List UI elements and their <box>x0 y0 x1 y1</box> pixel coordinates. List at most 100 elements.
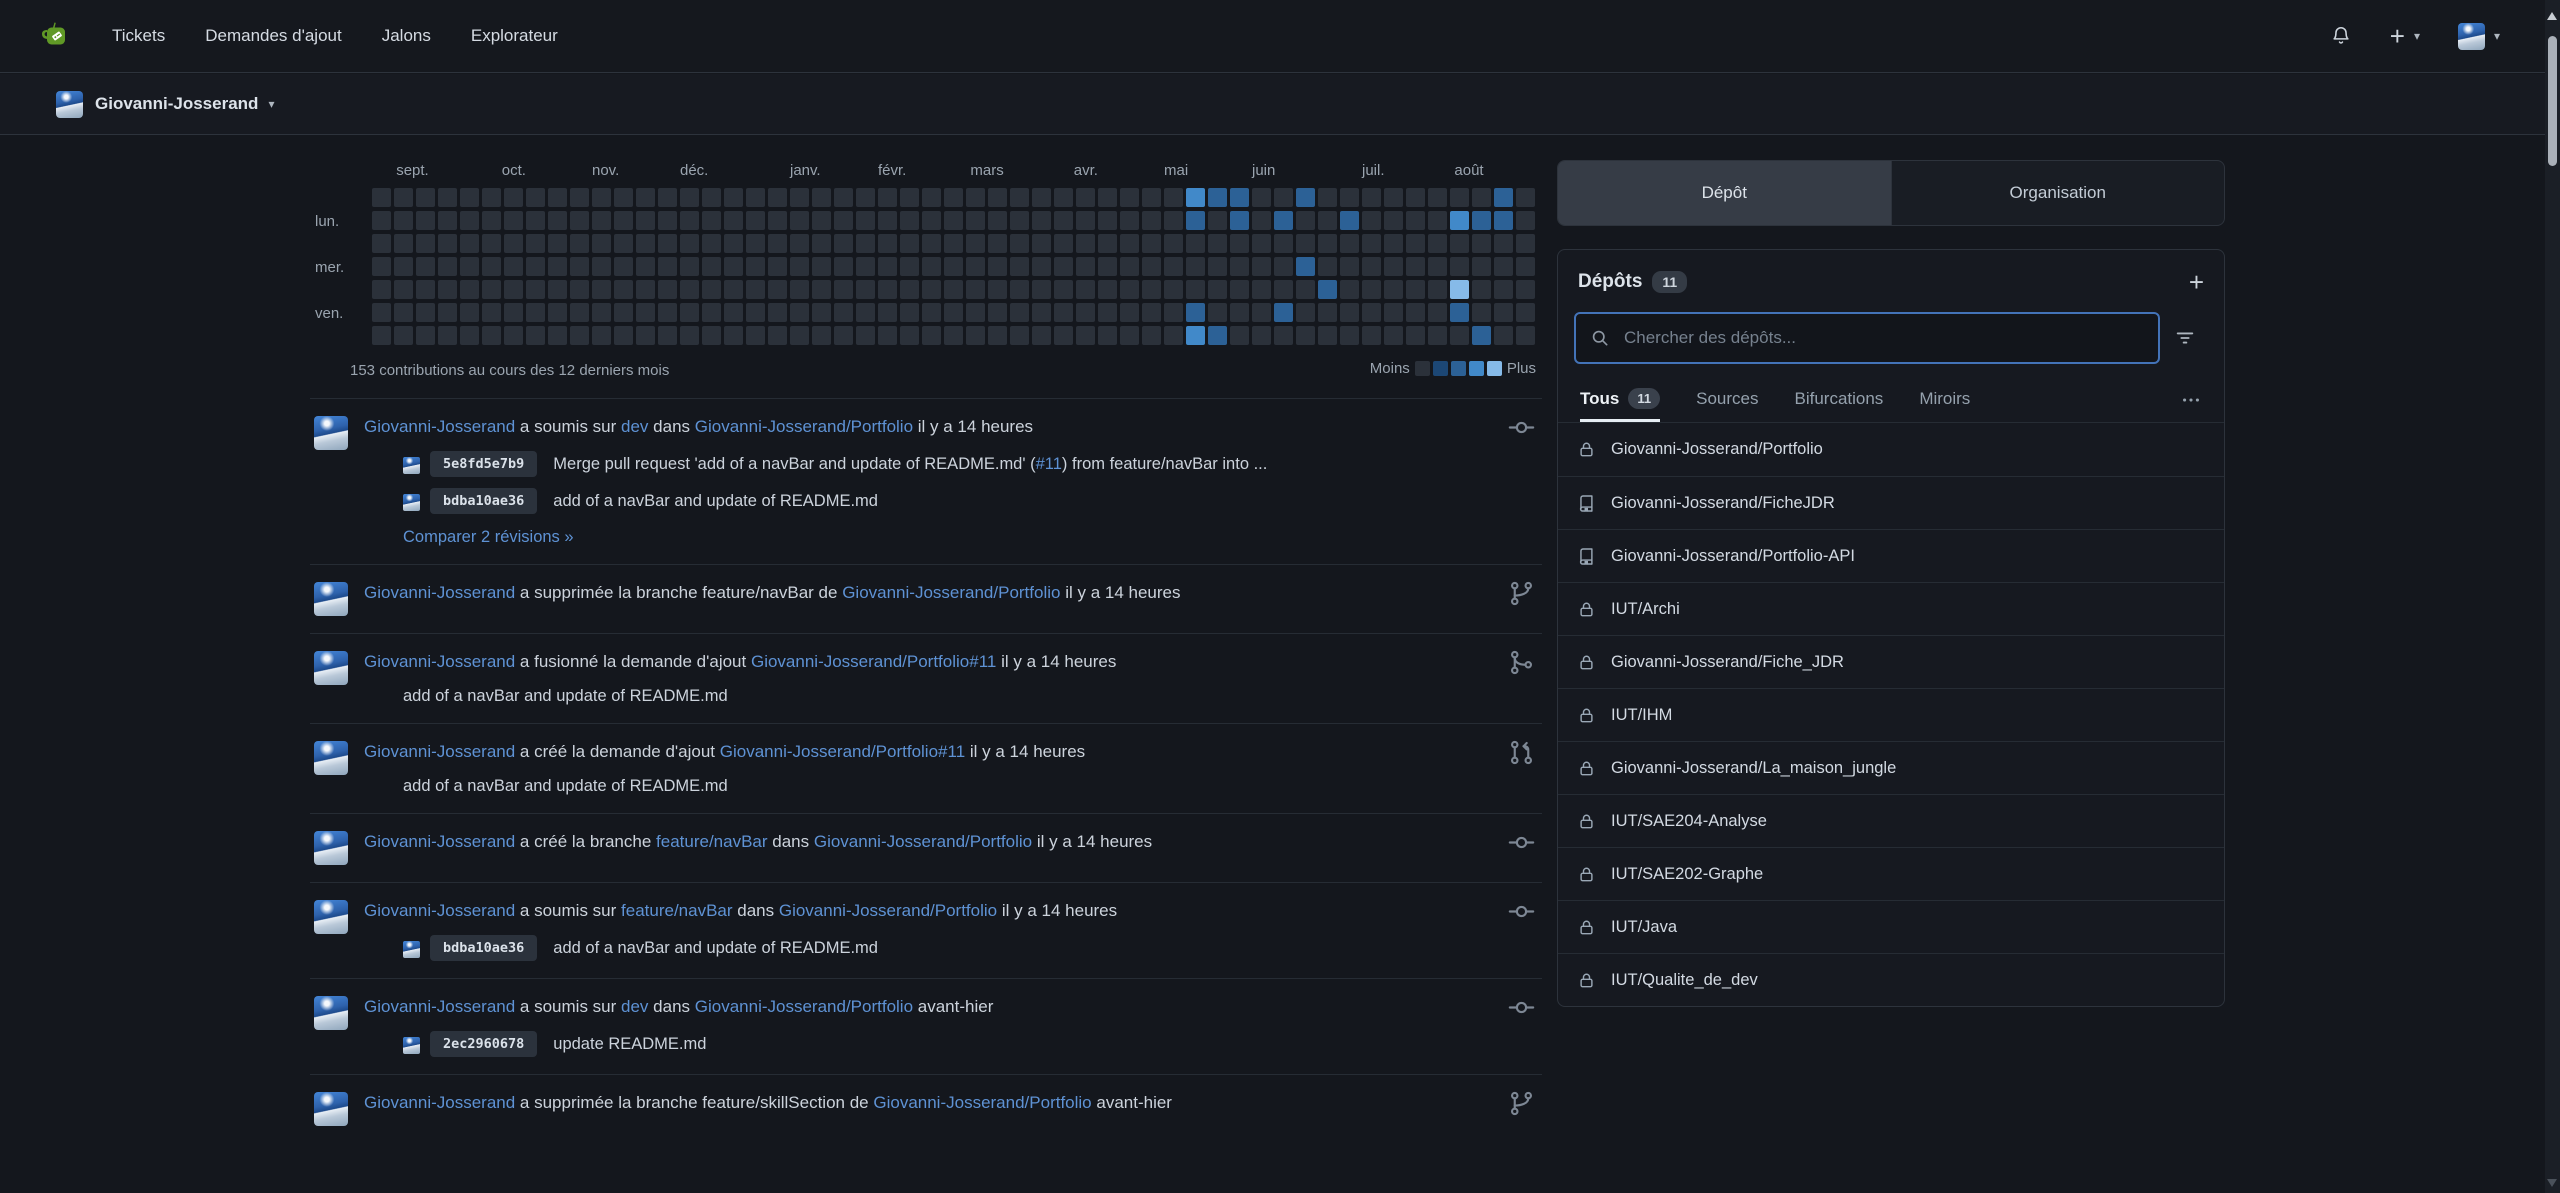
heatmap-cell[interactable] <box>394 234 413 253</box>
heatmap-cell[interactable] <box>1054 326 1073 345</box>
heatmap-cell[interactable] <box>1296 303 1315 322</box>
heatmap-cell[interactable] <box>1274 280 1293 299</box>
heatmap-cell[interactable] <box>504 303 523 322</box>
heatmap-cell[interactable] <box>1098 257 1117 276</box>
heatmap-cell[interactable] <box>1472 211 1491 230</box>
heatmap-cell[interactable] <box>790 280 809 299</box>
nav-item-1[interactable]: Demandes d'ajout <box>205 26 342 46</box>
heatmap-cell[interactable] <box>790 257 809 276</box>
heatmap-cell[interactable] <box>1516 257 1535 276</box>
feed-link[interactable]: Giovanni-Josserand/Portfolio#11 <box>751 652 996 671</box>
heatmap-cell[interactable] <box>702 303 721 322</box>
heatmap-cell[interactable] <box>1252 280 1271 299</box>
heatmap-cell[interactable] <box>1010 326 1029 345</box>
heatmap-cell[interactable] <box>1186 303 1205 322</box>
heatmap-cell[interactable] <box>922 234 941 253</box>
heatmap-cell[interactable] <box>1384 257 1403 276</box>
filter-tab-miroirs[interactable]: Miroirs <box>1919 378 1970 422</box>
heatmap-cell[interactable] <box>614 303 633 322</box>
heatmap-cell[interactable] <box>1274 211 1293 230</box>
heatmap-cell[interactable] <box>812 326 831 345</box>
heatmap-cell[interactable] <box>1142 303 1161 322</box>
heatmap-cell[interactable] <box>746 257 765 276</box>
feed-link[interactable]: feature/navBar <box>621 901 733 920</box>
heatmap-cell[interactable] <box>1384 188 1403 207</box>
heatmap-cell[interactable] <box>1516 234 1535 253</box>
heatmap-cell[interactable] <box>702 234 721 253</box>
heatmap-cell[interactable] <box>1252 188 1271 207</box>
heatmap-cell[interactable] <box>1516 303 1535 322</box>
heatmap-cell[interactable] <box>1296 257 1315 276</box>
heatmap-cell[interactable] <box>658 303 677 322</box>
heatmap-cell[interactable] <box>922 257 941 276</box>
chevron-down-icon[interactable]: ▾ <box>268 98 274 110</box>
heatmap-cell[interactable] <box>1362 211 1381 230</box>
heatmap-cell[interactable] <box>1164 257 1183 276</box>
heatmap-cell[interactable] <box>1494 280 1513 299</box>
heatmap-cell[interactable] <box>1208 257 1227 276</box>
heatmap-cell[interactable] <box>1230 303 1249 322</box>
repo-list-item[interactable]: IUT/IHM <box>1558 688 2224 741</box>
heatmap-cell[interactable] <box>1384 303 1403 322</box>
heatmap-cell[interactable] <box>1010 257 1029 276</box>
heatmap-cell[interactable] <box>658 234 677 253</box>
heatmap-cell[interactable] <box>460 303 479 322</box>
commit-hash[interactable]: 5e8fd5e7b9 <box>430 451 537 477</box>
heatmap-cell[interactable] <box>504 234 523 253</box>
heatmap-cell[interactable] <box>944 211 963 230</box>
heatmap-cell[interactable] <box>1472 280 1491 299</box>
heatmap-cell[interactable] <box>1142 234 1161 253</box>
heatmap-cell[interactable] <box>680 326 699 345</box>
repo-list-item[interactable]: IUT/SAE204-Analyse <box>1558 794 2224 847</box>
heatmap-cell[interactable] <box>372 303 391 322</box>
heatmap-cell[interactable] <box>636 257 655 276</box>
avatar[interactable] <box>56 91 83 118</box>
heatmap-cell[interactable] <box>1472 257 1491 276</box>
heatmap-cell[interactable] <box>1076 211 1095 230</box>
avatar[interactable] <box>314 900 348 934</box>
heatmap-cell[interactable] <box>856 280 875 299</box>
heatmap-cell[interactable] <box>438 188 457 207</box>
heatmap-cell[interactable] <box>988 257 1007 276</box>
heatmap-cell[interactable] <box>636 234 655 253</box>
heatmap-cell[interactable] <box>1164 303 1183 322</box>
profile-username[interactable]: Giovanni-Josserand <box>95 94 258 114</box>
heatmap-cell[interactable] <box>1142 326 1161 345</box>
heatmap-cell[interactable] <box>724 303 743 322</box>
repo-list-item[interactable]: IUT/SAE202-Graphe <box>1558 847 2224 900</box>
heatmap-cell[interactable] <box>504 211 523 230</box>
heatmap-cell[interactable] <box>900 211 919 230</box>
heatmap-cell[interactable] <box>790 211 809 230</box>
heatmap-cell[interactable] <box>768 280 787 299</box>
repo-list-item[interactable]: Giovanni-Josserand/Fiche_JDR <box>1558 635 2224 688</box>
heatmap-cell[interactable] <box>504 188 523 207</box>
heatmap-cell[interactable] <box>1318 211 1337 230</box>
heatmap-cell[interactable] <box>834 211 853 230</box>
heatmap-cell[interactable] <box>416 303 435 322</box>
heatmap-cell[interactable] <box>922 303 941 322</box>
heatmap-cell[interactable] <box>1296 326 1315 345</box>
heatmap-cell[interactable] <box>1406 280 1425 299</box>
heatmap-cell[interactable] <box>636 188 655 207</box>
heatmap-cell[interactable] <box>1032 234 1051 253</box>
heatmap-cell[interactable] <box>1230 280 1249 299</box>
heatmap-cell[interactable] <box>1450 234 1469 253</box>
heatmap-cell[interactable] <box>966 257 985 276</box>
heatmap-cell[interactable] <box>592 257 611 276</box>
heatmap-cell[interactable] <box>812 234 831 253</box>
heatmap-cell[interactable] <box>548 188 567 207</box>
heatmap-cell[interactable] <box>1450 280 1469 299</box>
scrollbar-thumb[interactable] <box>2548 36 2557 166</box>
heatmap-cell[interactable] <box>1428 303 1447 322</box>
heatmap-cell[interactable] <box>658 257 677 276</box>
heatmap-cell[interactable] <box>812 303 831 322</box>
feed-link[interactable]: dev <box>621 997 648 1016</box>
heatmap-cell[interactable] <box>460 234 479 253</box>
heatmap-cell[interactable] <box>570 280 589 299</box>
heatmap-cell[interactable] <box>878 303 897 322</box>
avatar[interactable] <box>314 651 348 685</box>
feed-link[interactable]: Giovanni-Josserand <box>364 583 515 602</box>
heatmap-cell[interactable] <box>746 188 765 207</box>
heatmap-cell[interactable] <box>438 326 457 345</box>
heatmap-cell[interactable] <box>878 280 897 299</box>
